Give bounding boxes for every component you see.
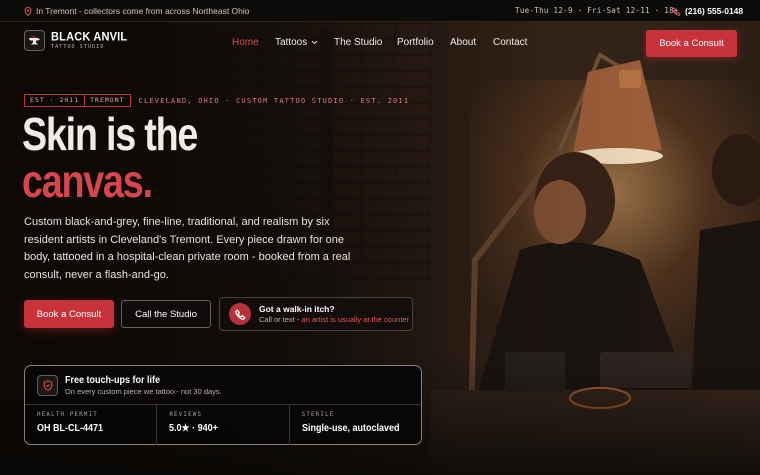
hero-headline: Skin is the canvas. <box>22 108 198 207</box>
stat-sterile: STERILE Single-use, autoclaved <box>290 405 421 445</box>
phone-number: (216) 555-0148 <box>685 6 744 16</box>
brand-name: BLACK ANVIL <box>51 29 128 44</box>
brand-logo[interactable]: BLACK ANVIL TATTOO STUDIO <box>24 30 127 51</box>
brand-tagline: TATTOO STUDIO <box>51 43 105 50</box>
est-tag-neighborhood: TREMONT <box>90 96 125 104</box>
walk-in-highlight: an artist is usually at the counter <box>301 314 410 324</box>
card-subtitle: On every custom piece we tattoo - not 30… <box>65 387 222 396</box>
phone-icon <box>229 303 251 325</box>
card-header: Free touch-ups for life On every custom … <box>37 375 222 396</box>
trust-stats: HEALTH PERMIT OH BL-CL-4471 REVIEWS 5.0★… <box>25 405 421 445</box>
est-tag: EST · 2011 TREMONT <box>24 94 131 107</box>
eyebrow-text: CLEVELAND, OHIO · CUSTOM TATTOO STUDIO ·… <box>138 96 410 105</box>
walk-in-prefix: Call or text - <box>259 314 302 324</box>
headline-line-2: canvas. <box>22 155 153 207</box>
nav-item-tattoos[interactable]: Tattoos <box>275 37 318 48</box>
nav-item-the-studio[interactable]: The Studio <box>334 37 382 48</box>
phone-link[interactable]: (216) 555-0148 <box>672 6 743 16</box>
nav-item-about[interactable]: About <box>450 37 476 48</box>
book-consult-nav-button[interactable]: Book a Consult <box>646 30 737 57</box>
nav-item-tattoos-label: Tattoos <box>275 37 308 48</box>
map-pin-icon <box>24 6 32 16</box>
opening-hours: Tue-Thu 12-9 · Fri-Sat 12-11 · 18+ <box>515 6 679 15</box>
stat-value: Single-use, autoclaved <box>301 423 400 434</box>
est-tag-year: EST · 2011 <box>30 96 80 104</box>
nav-item-home[interactable]: Home <box>232 37 259 48</box>
headline-line-1: Skin is the <box>22 108 198 160</box>
walk-in-text: Call or text - an artist is usually at t… <box>259 315 409 325</box>
call-studio-button[interactable]: Call the Studio <box>121 300 211 328</box>
main-navigation: BLACK ANVIL TATTOO STUDIO Home Tattoos T… <box>0 22 760 64</box>
touch-up-info-card: Free touch-ups for life On every custom … <box>24 365 422 445</box>
shield-icon <box>37 375 58 396</box>
book-consult-button[interactable]: Book a Consult <box>24 300 114 328</box>
stat-reviews: REVIEWS 5.0★ · 940+ <box>157 405 290 445</box>
location-notice: In Tremont - collectors come from across… <box>24 6 250 16</box>
stat-value: 5.0★ · 940+ <box>169 423 219 434</box>
card-title: Free touch-ups for life <box>65 375 161 386</box>
nav-item-portfolio[interactable]: Portfolio <box>397 37 434 48</box>
top-info-bar: In Tremont - collectors come from across… <box>0 0 760 22</box>
walk-in-title: Got a walk-in itch? <box>259 303 335 314</box>
stat-label: HEALTH PERMIT <box>37 412 98 418</box>
stat-health-permit: HEALTH PERMIT OH BL-CL-4471 <box>25 405 158 445</box>
location-text: In Tremont - collectors come from across… <box>36 6 250 16</box>
stat-label: STERILE <box>301 412 335 418</box>
hero-eyebrow: EST · 2011 TREMONT CLEVELAND, OHIO · CUS… <box>24 94 409 107</box>
stat-label: REVIEWS <box>169 412 203 418</box>
walk-in-callout[interactable]: Got a walk-in itch? Call or text - an ar… <box>219 297 413 331</box>
anvil-logo-icon <box>24 30 45 51</box>
nav-item-contact[interactable]: Contact <box>493 37 527 48</box>
hero-lead-paragraph: Custom black-and-grey, fine-line, tradit… <box>24 216 351 281</box>
chevron-down-icon <box>311 37 318 48</box>
stat-value: OH BL-CL-4471 <box>37 423 104 434</box>
phone-icon <box>672 6 681 16</box>
